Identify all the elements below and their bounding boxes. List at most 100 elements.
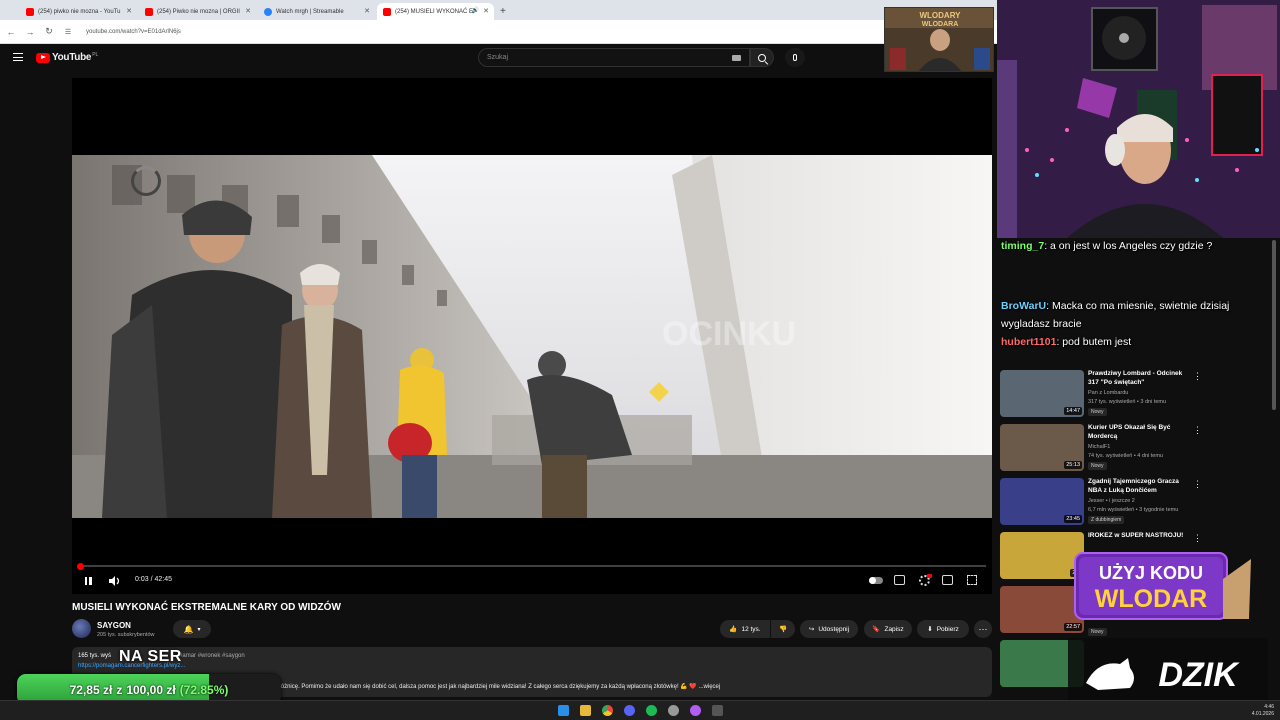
recommended-badge: Nowy (1088, 408, 1107, 416)
chat-message: timing_7: a on jest w los Angeles czy gd… (1001, 240, 1213, 252)
pause-button[interactable] (83, 574, 93, 588)
windows-taskbar: 4:46 4.01.2026 (0, 700, 1280, 720)
volume-button[interactable] (108, 574, 122, 588)
autoplay-toggle[interactable] (869, 577, 883, 584)
youtube-favicon-icon (383, 7, 391, 16)
discord-icon[interactable] (624, 705, 635, 716)
system-clock[interactable]: 4:46 4.01.2026 (1252, 704, 1274, 718)
chat-username: timing_7 (1001, 240, 1045, 252)
site-info-icon[interactable]: ☰ (63, 28, 73, 36)
recommended-meta: 6,7 mln wyświetleń • 3 tygodnie temu (1088, 507, 1179, 513)
search-button[interactable] (750, 48, 774, 67)
country-code: PL (92, 52, 99, 58)
recommended-video[interactable]: 23:45 Zgadnij Tajemniczego Gracza NBA z L… (1000, 478, 1275, 532)
loading-spinner-icon (131, 166, 161, 196)
browser-tab[interactable]: (254) Piwko nie mozna | ORGII ✕ (139, 3, 256, 20)
chat-username: BroWarU (1001, 300, 1047, 312)
youtube-favicon-icon (145, 7, 153, 16)
scrubber-handle[interactable] (77, 562, 84, 570)
recommended-channel[interactable]: Jesser • i jeszcze 2 (1088, 498, 1135, 504)
video-frame[interactable]: OCINKU (72, 155, 992, 518)
channel-avatar[interactable] (72, 619, 91, 638)
chat-text: pod butem jest (1062, 336, 1132, 348)
search-input[interactable]: Szukaj (478, 48, 750, 67)
download-button[interactable]: ⬇ Pobierz (917, 620, 969, 638)
keyboard-icon[interactable] (732, 55, 741, 61)
youtube-play-logo-icon (36, 52, 50, 63)
overlay-caption: NA SER (119, 648, 182, 665)
windows-start-icon[interactable] (558, 705, 569, 716)
download-icon: ⬇ (927, 626, 933, 633)
new-tab-button[interactable]: + (500, 6, 506, 17)
miniplayer-icon[interactable] (942, 575, 953, 585)
progress-bar[interactable] (77, 562, 986, 570)
like-button[interactable]: 👍 12 tys. (720, 620, 770, 638)
close-tab-icon[interactable]: ✕ (126, 7, 132, 15)
video-duration: 25:13 (1064, 461, 1082, 469)
search-placeholder: Szukaj (487, 54, 509, 61)
video-thumbnail[interactable]: 14:47 (1000, 370, 1084, 417)
forward-icon[interactable]: → (25, 27, 35, 37)
notification-bell-button[interactable]: 🔔 ▾ (173, 620, 211, 638)
video-thumbnail[interactable]: 23:45 (1000, 478, 1084, 525)
video-duration: 23:45 (1064, 515, 1082, 523)
app-icon[interactable] (668, 705, 679, 716)
back-icon[interactable]: ← (6, 27, 16, 37)
promo-line1: UŻYJ KODU (1099, 563, 1203, 583)
save-button[interactable]: 🔖 Zapisz (864, 620, 912, 638)
subscriber-count: 205 tys. subskrybentów (97, 632, 155, 638)
video-overlay-text: OCINKU (662, 315, 796, 353)
share-icon: ↪ (808, 626, 815, 633)
webcam-image (997, 0, 1280, 238)
video-thumbnail[interactable]: 27: (1000, 532, 1084, 579)
channel-name[interactable]: SAYGON (97, 621, 131, 630)
recommended-title[interactable]: Kurier UPS Okazał Się Być Mordercą (1088, 424, 1188, 441)
close-tab-icon[interactable]: ✕ (364, 7, 370, 15)
fullscreen-icon[interactable] (967, 575, 977, 585)
donation-percent: (72.85%) (179, 682, 229, 697)
file-explorer-icon[interactable] (580, 705, 591, 716)
share-button[interactable]: ↪ Udostępnij (800, 620, 858, 638)
video-thumbnail[interactable]: 22:57 (1000, 586, 1084, 633)
recommended-channel[interactable]: MichalF1 (1088, 444, 1110, 450)
voice-search-button[interactable] (785, 48, 805, 67)
url-field[interactable]: youtube.com/watch?v=E01dArlN6js (86, 29, 181, 35)
wlodary-banner-art: WLODARY WLODARA (885, 8, 993, 71)
dislike-button[interactable]: 👎 (771, 620, 795, 638)
recommended-video[interactable]: 25:13 Kurier UPS Okazał Się Być Mordercą ⋮… (1000, 424, 1275, 478)
view-count: 165 tys. wyś (78, 653, 112, 659)
browser-alt-icon[interactable] (690, 705, 701, 716)
reload-icon[interactable]: ↻ (44, 26, 54, 37)
streamable-favicon-icon (264, 7, 272, 16)
hamburger-menu-icon[interactable] (13, 53, 23, 61)
subtitles-icon[interactable] (894, 575, 905, 585)
wlodary-line1: WLODARY (919, 11, 961, 20)
more-actions-button[interactable]: ⋯ (974, 620, 992, 638)
stream-chat: timing_7: a on jest w los Angeles czy gd… (997, 238, 1280, 358)
youtube-logo[interactable]: YouTube PL (36, 52, 98, 63)
app-icon[interactable] (712, 705, 723, 716)
chrome-icon[interactable] (602, 705, 613, 716)
settings-gear-icon[interactable] (919, 574, 932, 586)
close-tab-icon[interactable]: ✕ (483, 7, 489, 15)
recommended-video[interactable]: 14:47 Prawdziwy Lombard - Odcinek 317 "Po… (1000, 370, 1275, 424)
time-display: 0:03 / 42:45 (135, 576, 172, 583)
hashtags[interactable]: #amar #wronek #saygon (179, 653, 245, 659)
dzik-logo: DZIK (1068, 638, 1268, 708)
more-options-icon[interactable]: ⋮ (1193, 371, 1202, 382)
close-tab-icon[interactable]: ✕ (245, 7, 251, 15)
video-player[interactable]: OCINKU 0:03 / 42:45 (72, 78, 992, 594)
spotify-icon[interactable] (646, 705, 657, 716)
recommended-title[interactable]: IROKEZ w SUPER NASTROJU! (1088, 532, 1188, 541)
browser-tab[interactable]: (254) piwko nie mozna - YouTu ✕ (20, 3, 137, 20)
recommended-title[interactable]: Prawdziwy Lombard - Odcinek 317 "Po świę… (1088, 370, 1188, 387)
screen: (254) piwko nie mozna - YouTu ✕ (254) Piw… (0, 0, 1280, 720)
more-options-icon[interactable]: ⋮ (1193, 533, 1202, 544)
video-thumbnail[interactable]: 25:13 (1000, 424, 1084, 471)
recommended-title[interactable]: Zgadnij Tajemniczego Gracza NBA z Luką D… (1088, 478, 1188, 495)
browser-tab[interactable]: Watch mrgh | Streamable ✕ (258, 3, 375, 20)
more-options-icon[interactable]: ⋮ (1193, 479, 1202, 490)
more-options-icon[interactable]: ⋮ (1193, 425, 1202, 436)
recommended-channel[interactable]: Pan z Lombardu (1088, 390, 1128, 396)
browser-tab-active[interactable]: (254) MUSIELI WYKONAĆ E 🔊 ✕ (377, 3, 494, 20)
